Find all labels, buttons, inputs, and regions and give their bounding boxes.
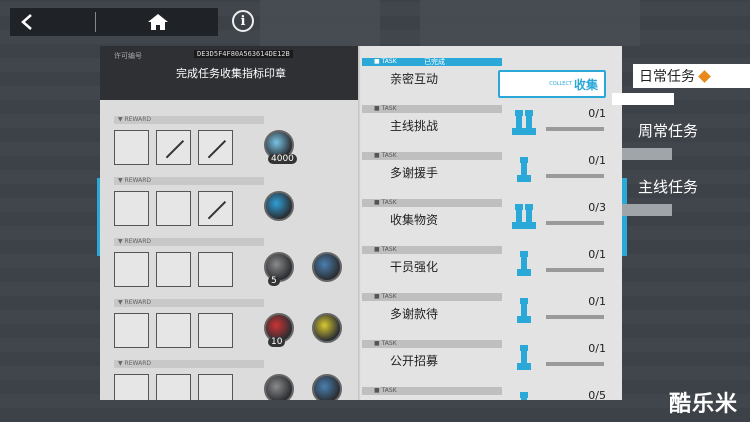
task-progress-bar (546, 174, 604, 178)
reward-header: 许可编号 DE3D5F4F80A563614DE12B 完成任务收集指标印章 (100, 46, 362, 100)
stamp-slot (156, 252, 191, 287)
tab-indicator (622, 148, 672, 160)
task-progress-bar (546, 127, 604, 131)
task-tag: ■ TASK (362, 152, 502, 160)
reward-label: ▼ REWARD (114, 360, 264, 368)
info-label: i (240, 13, 246, 29)
stamp-icon (520, 392, 528, 400)
back-button[interactable] (10, 8, 94, 36)
stamp-slot (156, 374, 191, 400)
tab-weekly[interactable]: 周常任务 (638, 120, 698, 141)
task-progress: 0/1 (588, 295, 606, 308)
tab-main[interactable]: 主线任务 (638, 176, 698, 197)
stamp-slot (198, 252, 233, 287)
task-progress: 0/3 (588, 201, 606, 214)
stamp-slot (198, 191, 233, 226)
watermark: 酷乐米 (668, 392, 738, 417)
home-icon (147, 14, 168, 30)
background-panel (420, 0, 640, 46)
task-progress: 0/1 (588, 342, 606, 355)
task-name: 多谢援手 (390, 166, 439, 180)
task-name: 主线挑战 (390, 119, 439, 133)
reward-page: 许可编号 DE3D5F4F80A563614DE12B 完成任务收集指标印章 ▼… (100, 46, 362, 400)
completed-badge: 已完成 (424, 58, 445, 66)
task-progress-bar (546, 315, 604, 319)
task-tag: ■ TASK (362, 387, 502, 395)
reward-item-icon[interactable] (312, 313, 342, 343)
stamp-icon (512, 110, 536, 135)
stamp-icon (517, 345, 531, 370)
collect-small-label: COLLECT (549, 81, 572, 87)
stamp-slot (198, 374, 233, 400)
page-title: 完成任务收集指标印章 (176, 67, 286, 80)
task-name: 干员强化 (390, 260, 439, 274)
stamp-slot (114, 191, 149, 226)
stamp-slot (198, 130, 233, 165)
reward-item-icon[interactable] (312, 252, 342, 282)
stamp-slot (114, 130, 149, 165)
task-tag: ■ TASK (362, 293, 502, 301)
permit-label: 许可编号 (114, 52, 142, 60)
reward-count: 10 (268, 337, 286, 347)
reward-label: ▼ REWARD (114, 116, 264, 124)
tab-indicator (612, 93, 674, 105)
stamp-icon (517, 251, 531, 276)
stamp-slot (114, 313, 149, 348)
stamp-slot (156, 313, 191, 348)
reward-item-icon[interactable] (264, 374, 294, 400)
chevron-left-icon (21, 14, 32, 30)
stamp-slot (114, 252, 149, 287)
task-progress-bar (546, 362, 604, 366)
collect-label: 收集 (573, 77, 598, 92)
tab-indicator (622, 204, 672, 216)
reward-label: ▼ REWARD (114, 177, 264, 185)
reward-count: 5 (268, 276, 280, 286)
home-button[interactable] (97, 8, 218, 36)
book-edge-right (622, 178, 627, 256)
task-progress: 0/1 (588, 107, 606, 120)
task-progress: 0/1 (588, 248, 606, 261)
stamp-slot (156, 130, 191, 165)
task-tag: ■ TASK (362, 199, 502, 207)
stamp-slot (114, 374, 149, 400)
tab-daily-label: 日常任务 (639, 69, 695, 85)
task-name: 亲密互动 (390, 72, 439, 86)
background-panel (260, 0, 380, 46)
task-progress-bar (546, 221, 604, 225)
reward-item-icon[interactable] (264, 191, 294, 221)
stamp-icon (517, 157, 531, 182)
reward-item-icon[interactable] (312, 374, 342, 400)
info-button[interactable]: i (232, 10, 254, 32)
task-tag: ■ TASK (362, 246, 502, 254)
reward-label: ▼ REWARD (114, 238, 264, 246)
reward-label: ▼ REWARD (114, 299, 264, 307)
task-tag: ■ TASK 已完成 (362, 58, 502, 66)
task-page: ■ TASK 已完成 亲密互动 COLLECT 收集 ■ TASK 主线挑战 0/1 ■ … (362, 46, 622, 400)
tab-daily[interactable]: 日常任务 (633, 64, 750, 88)
stamp-icon (512, 204, 536, 229)
collect-button[interactable]: COLLECT 收集 (498, 70, 606, 98)
task-name: 公开招募 (390, 354, 439, 368)
permit-code: DE3D5F4F80A563614DE12B (194, 50, 293, 58)
divider (95, 12, 96, 32)
notification-diamond-icon (698, 69, 711, 83)
task-tag: ■ TASK (362, 105, 502, 113)
task-name: 多谢款待 (390, 307, 439, 321)
task-progress: 0/1 (588, 154, 606, 167)
task-tag: ■ TASK (362, 340, 502, 348)
task-progress: 0/5 (588, 389, 606, 400)
reward-count: 4000 (268, 154, 297, 164)
task-progress-bar (546, 268, 604, 272)
stamp-slot (198, 313, 233, 348)
stamp-slot (156, 191, 191, 226)
task-name: 收集物资 (390, 213, 439, 227)
stamp-icon (517, 298, 531, 323)
